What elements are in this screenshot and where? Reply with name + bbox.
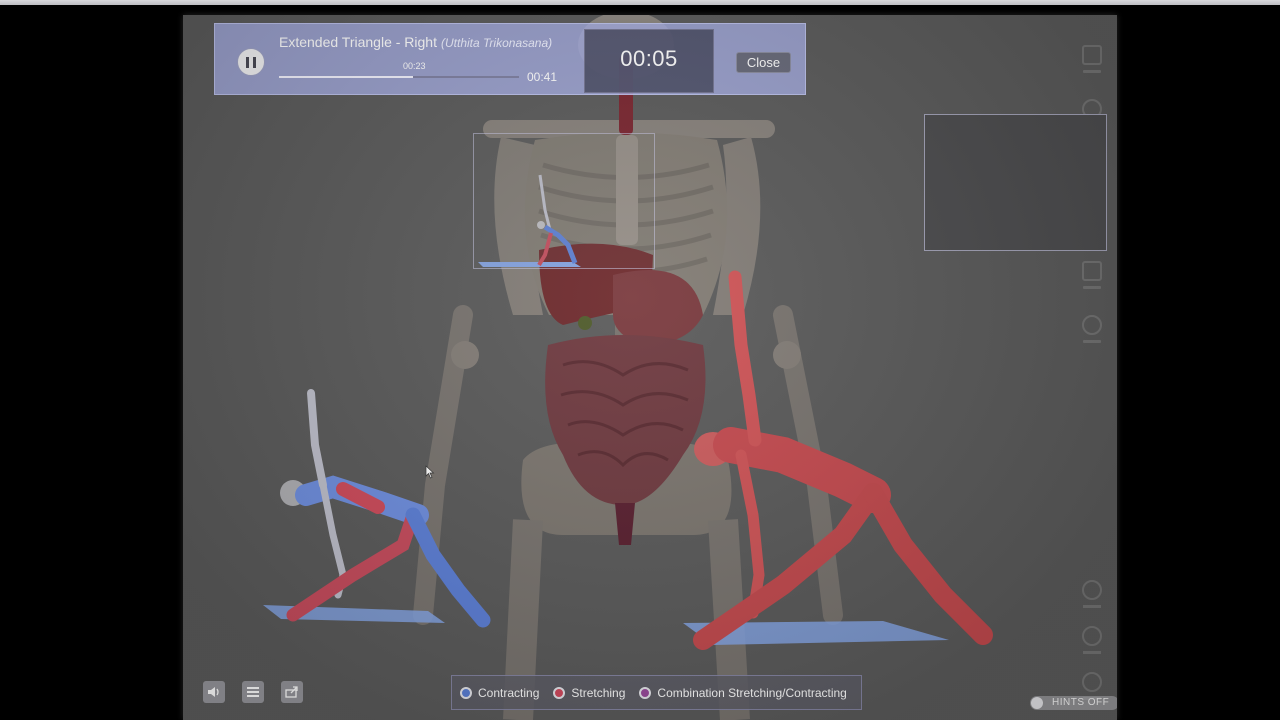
sidebar-tool-select[interactable] xyxy=(1077,580,1107,626)
sidebar-tool-store[interactable] xyxy=(1077,251,1107,299)
legend-item-combination[interactable]: Combination Stretching/Contracting xyxy=(639,685,847,700)
export-icon xyxy=(285,686,298,698)
sidebar-tool-layers[interactable] xyxy=(1077,35,1107,83)
sound-button[interactable] xyxy=(203,681,225,703)
pose-sanskrit-name: (Utthita Trikonasana) xyxy=(440,36,553,50)
legend-item-contracting[interactable]: Contracting xyxy=(460,686,539,700)
list-icon xyxy=(247,687,259,697)
total-time: 00:41 xyxy=(527,70,558,84)
countdown-timer: 00:05 xyxy=(620,46,678,71)
pause-icon xyxy=(246,56,256,68)
app-window: Extended Triangle - Right (Utthita Trikon… xyxy=(183,15,1117,720)
legend-dot-contracting xyxy=(460,686,472,699)
sidebar-tool-reset[interactable] xyxy=(1077,626,1107,672)
speaker-icon xyxy=(208,687,219,697)
pointer-cursor-icon xyxy=(425,465,435,479)
countdown-panel: 00:05 xyxy=(584,29,714,93)
progress-slider[interactable] xyxy=(279,76,519,78)
hints-label: HINTS OFF xyxy=(1052,697,1110,708)
muscle-legend: Contracting Stretching Combination Stret… xyxy=(451,675,862,710)
elapsed-time: 00:23 xyxy=(403,61,426,71)
legend-label: Stretching xyxy=(571,685,626,700)
animation-thumbnail-center[interactable] xyxy=(473,133,655,269)
legend-label: Contracting xyxy=(478,685,540,700)
hints-toggle[interactable]: HINTS OFF xyxy=(1030,696,1117,710)
export-button[interactable] xyxy=(281,681,303,703)
close-button[interactable]: Close xyxy=(736,52,791,73)
list-button[interactable] xyxy=(242,681,264,703)
sidebar-tool-settings[interactable] xyxy=(1077,305,1107,353)
bottom-left-toolbar xyxy=(203,681,303,703)
legend-dot-stretching xyxy=(553,686,566,699)
progress-fill xyxy=(279,76,414,78)
legend-dot-combination xyxy=(639,686,652,699)
animation-thumbnail-right[interactable] xyxy=(924,114,1107,251)
sidebar-tool-help[interactable] xyxy=(1077,672,1107,718)
os-menu-bar xyxy=(0,0,1280,5)
pose-title: Extended Triangle - Right (Utthita Trikon… xyxy=(279,34,552,50)
pose-name: Extended Triangle - Right xyxy=(279,34,437,50)
hints-toggle-knob xyxy=(1031,697,1043,709)
pause-button[interactable] xyxy=(237,48,265,76)
legend-item-stretching[interactable]: Stretching xyxy=(553,686,625,700)
animation-player-bar: Extended Triangle - Right (Utthita Trikon… xyxy=(214,23,806,95)
legend-label: Combination Stretching/Contracting xyxy=(657,685,847,700)
